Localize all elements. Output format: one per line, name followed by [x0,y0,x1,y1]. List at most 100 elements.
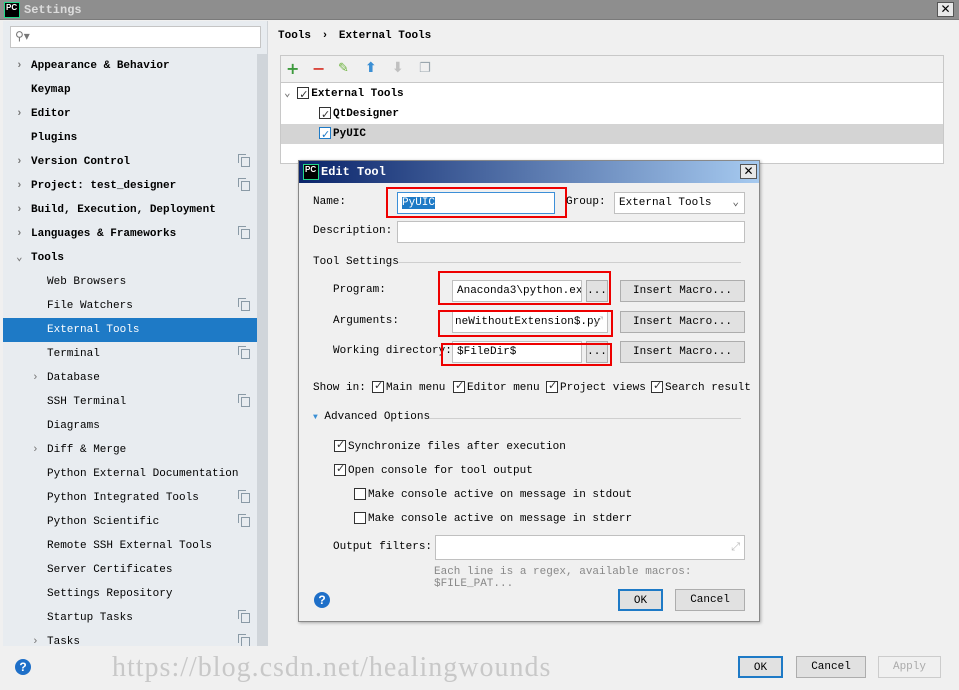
checkbox-label: Make console active on message in stderr [368,512,633,525]
remove-icon[interactable]: − [312,59,325,78]
chevron-right-icon[interactable]: › [16,150,23,174]
project-settings-icon [238,154,250,167]
sidebar-item-label: Terminal [47,348,100,360]
advanced-options-label: Advanced Options [324,411,431,423]
sidebar-item[interactable]: › Editor [3,102,257,126]
sidebar-item[interactable]: ⌄ Tools [3,246,257,270]
copy-icon[interactable]: ❐ [419,61,431,76]
highlight-box [386,187,567,218]
sidebar-item-label: Project: test_designer [31,180,177,192]
checkbox-label: Open console for tool output [348,464,533,477]
sidebar-item[interactable]: Python Scientific [3,510,257,534]
show-in-search-result[interactable]: Search result [651,379,751,394]
search-input[interactable]: ⚲▾ [10,26,261,48]
dialog-ok-button[interactable]: OK [618,589,663,611]
sidebar-item[interactable]: Terminal [3,342,257,366]
arguments-label: Arguments: [333,315,400,327]
sidebar-item[interactable]: File Watchers [3,294,257,318]
tree-item-label: PyUIC [333,128,367,140]
help-icon[interactable]: ? [15,659,31,675]
chevron-right-icon[interactable]: › [16,222,23,246]
project-settings-icon [238,514,250,527]
sidebar-item[interactable]: › Languages & Frameworks [3,222,257,246]
chevron-right-icon[interactable]: › [32,366,39,390]
insert-macro-program-button[interactable]: Insert Macro... [620,280,745,302]
insert-macro-directory-button[interactable]: Insert Macro... [620,341,745,363]
sidebar-item[interactable]: SSH Terminal [3,390,257,414]
chevron-right-icon[interactable]: › [16,198,23,222]
open-console-checkbox[interactable]: Open console for tool output [334,462,533,477]
tool-settings-heading: Tool Settings [313,256,399,268]
project-settings-icon [238,298,250,311]
description-label: Description: [313,225,393,237]
edit-icon[interactable]: ✎ [338,61,349,76]
highlight-box [438,271,611,305]
sidebar-item[interactable]: › Diff & Merge [3,438,257,462]
sidebar-item[interactable]: Plugins [3,126,257,150]
chevron-down-icon[interactable]: ⌄ [284,88,291,100]
insert-macro-arguments-button[interactable]: Insert Macro... [620,311,745,333]
chevron-down-icon[interactable]: ⌄ [16,246,23,270]
show-in-editor-menu[interactable]: Editor menu [453,379,540,394]
pycharm-logo: PC [4,2,20,18]
group-select[interactable]: External Tools ⌄ [614,192,745,214]
checkbox-label: Make console active on message in stdout [368,488,633,501]
sidebar-item[interactable]: Remote SSH External Tools [3,534,257,558]
sidebar-scrollbar[interactable] [257,54,268,646]
sidebar-item-label: Diff & Merge [47,444,127,456]
stdout-checkbox[interactable]: Make console active on message in stdout [354,488,632,501]
move-up-icon[interactable]: ⬆ [365,60,377,76]
cancel-button[interactable]: Cancel [796,656,866,678]
sync-checkbox[interactable]: Synchronize files after execution [334,438,566,453]
sidebar-item[interactable]: Server Certificates [3,558,257,582]
stderr-checkbox[interactable]: Make console active on message in stderr [354,512,632,525]
add-icon[interactable]: + [286,59,299,78]
title-bar: PC Settings ✕ [0,0,959,20]
dialog-cancel-button[interactable]: Cancel [675,589,745,611]
close-button[interactable]: ✕ [937,2,954,17]
sidebar-item[interactable]: External Tools [3,318,268,342]
sidebar-item[interactable]: › Appearance & Behavior [3,54,257,78]
breadcrumb-parent[interactable]: Tools [278,30,311,42]
dialog-title: Edit Tool [321,165,386,179]
item-checkbox[interactable] [319,125,331,145]
help-icon[interactable]: ? [314,592,330,608]
expand-icon[interactable]: ⤢ [731,538,740,558]
dialog-title-bar: PC Edit Tool ✕ [299,161,759,183]
sidebar-item[interactable]: › Build, Execution, Deployment [3,198,257,222]
checkbox-label: Search result [665,381,751,394]
chevron-right-icon[interactable]: › [16,102,23,126]
chevron-right-icon[interactable]: › [16,174,23,198]
sidebar-item[interactable]: Python External Documentation [3,462,257,486]
tree-group-row[interactable]: ⌄ External Tools [281,84,943,105]
move-down-icon[interactable]: ⬇ [392,60,404,76]
sidebar-item[interactable]: Web Browsers [3,270,257,294]
advanced-options-toggle[interactable]: ▼ Advanced Options [313,411,430,423]
sidebar-item[interactable]: Diagrams [3,414,257,438]
sidebar-item[interactable]: Startup Tasks [3,606,257,630]
chevron-right-icon[interactable]: › [32,438,39,462]
group-value: External Tools [619,197,712,209]
item-checkbox[interactable] [319,105,331,125]
pycharm-logo: PC [303,164,319,180]
sidebar-item[interactable]: Python Integrated Tools [3,486,257,510]
tree-item[interactable]: QtDesigner [281,104,943,125]
sidebar-item[interactable]: › Database [3,366,257,390]
breadcrumb: Tools › External Tools [278,30,431,42]
sidebar-item[interactable]: Keymap [3,78,257,102]
chevron-down-icon: ⌄ [732,197,739,209]
sidebar-item-label: Appearance & Behavior [31,60,170,72]
ok-button[interactable]: OK [738,656,783,678]
sidebar-item[interactable]: Settings Repository [3,582,257,606]
chevron-right-icon[interactable]: › [16,54,23,78]
show-in-main-menu[interactable]: Main menu [372,379,445,394]
description-field[interactable] [397,221,745,243]
dialog-close-button[interactable]: ✕ [740,164,757,179]
output-filters-field[interactable]: ⤢ [435,535,745,560]
apply-button[interactable]: Apply [878,656,941,678]
tree-item-selected[interactable]: PyUIC [281,124,943,145]
sidebar-item[interactable]: › Project: test_designer [3,174,257,198]
group-checkbox[interactable] [297,85,310,105]
sidebar-item[interactable]: › Version Control [3,150,257,174]
show-in-project-views[interactable]: Project views [546,379,646,394]
